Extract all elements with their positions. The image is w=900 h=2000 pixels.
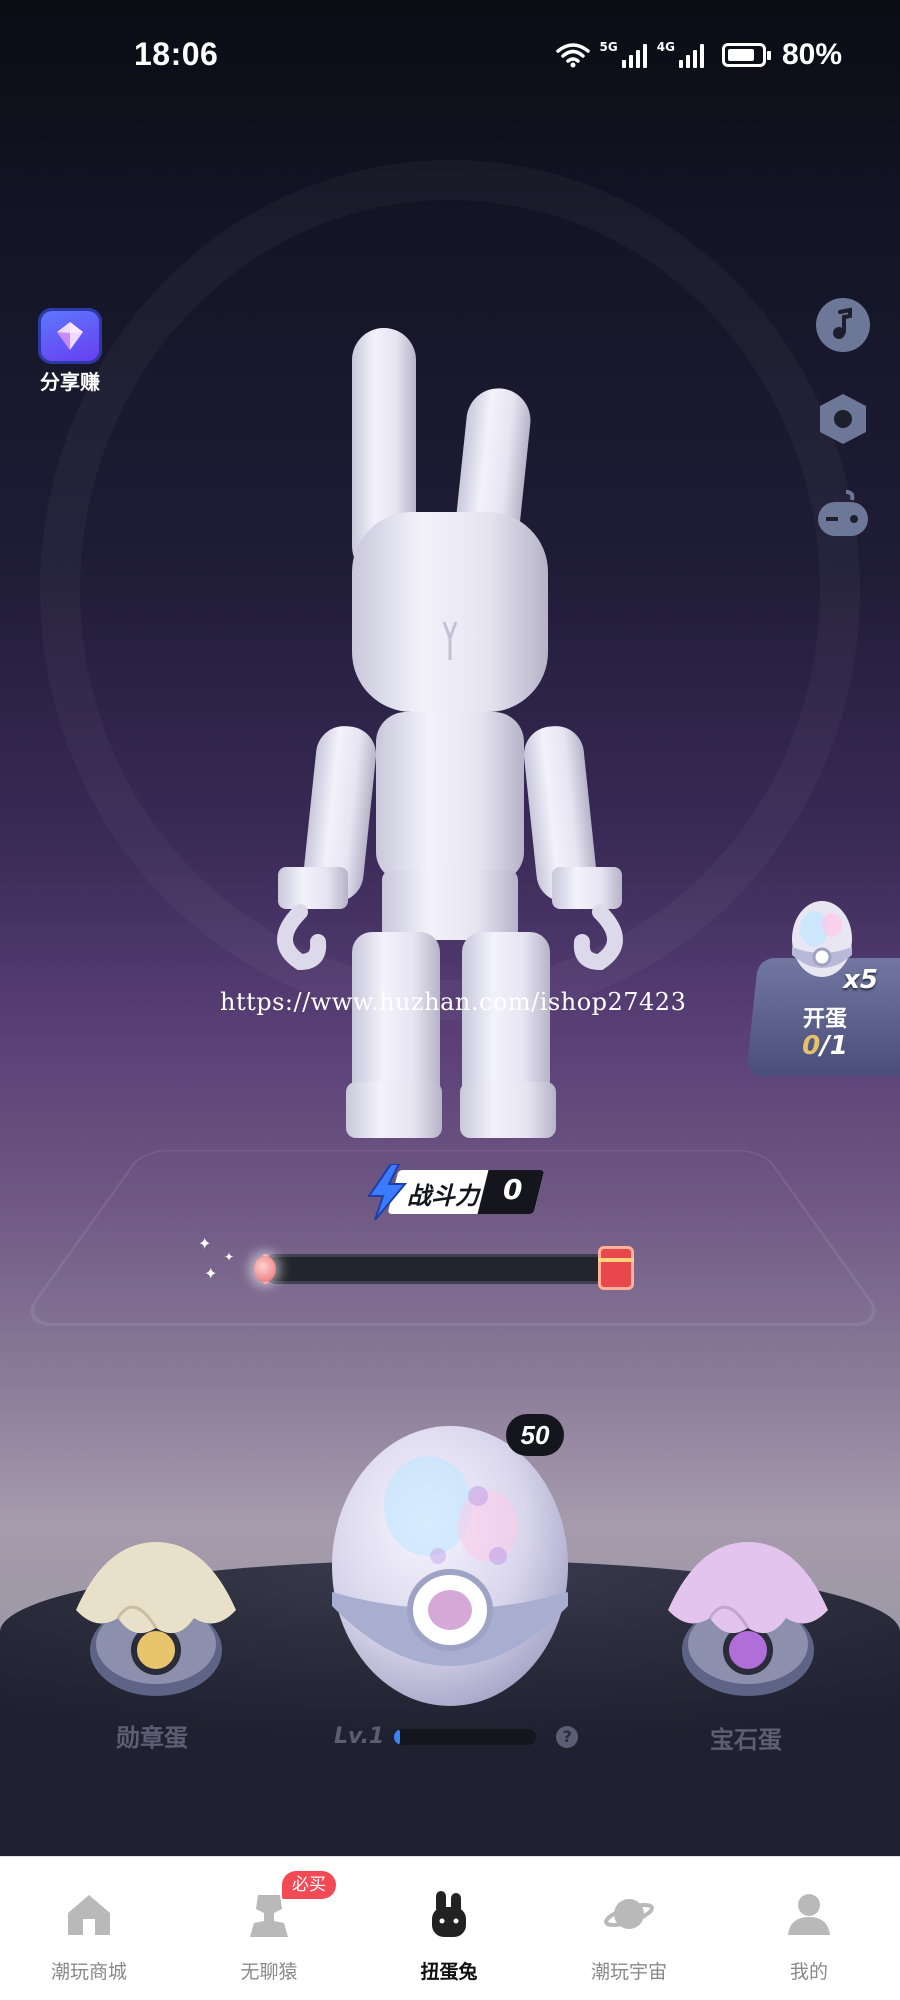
sparkle-icon: ✦: [204, 1264, 218, 1283]
gem-icon: [38, 308, 102, 364]
sparkle-icon: ✦: [198, 1234, 212, 1253]
sparkle-icon: ✦: [224, 1250, 235, 1264]
nav-label-rabbit: 扭蛋兔: [420, 1961, 478, 1983]
egg-level-row: Lv.1 ?: [334, 1724, 579, 1749]
gem-egg-label: 宝石蛋: [710, 1726, 782, 1754]
nav-badge-must-buy: 必买: [282, 1871, 336, 1899]
progress-bar: [262, 1254, 632, 1284]
open-egg-label: 开蛋: [802, 1007, 847, 1032]
combat-power-value: 0: [503, 1173, 523, 1206]
nav-label-shop: 潮玩商城: [50, 1961, 127, 1983]
combat-power-label: 战斗力: [407, 1182, 479, 1210]
signal-bars-2-icon: [678, 42, 704, 68]
watermark-text: https://www.huzhan.com/ishop27423: [220, 988, 687, 1016]
battery-icon: [721, 43, 771, 67]
open-egg-count-total: /1: [820, 1031, 848, 1061]
nav-label-ape: 无聊猿: [240, 1961, 298, 1983]
planet-icon: [604, 1899, 654, 1929]
status-icons: 5G 4G 80%: [555, 38, 842, 72]
home-icon: [68, 1895, 110, 1935]
music-note-icon: [816, 298, 870, 352]
open-egg-count-current: 0: [802, 1031, 821, 1061]
network-4g-label: 4G: [656, 40, 675, 54]
user-icon: [788, 1894, 830, 1935]
egg-level-bar: [394, 1728, 537, 1745]
settings-hex-icon: [820, 394, 866, 444]
medal-egg[interactable]: [66, 1532, 246, 1702]
wifi-icon: [555, 43, 590, 68]
nav-item-rabbit[interactable]: 扭蛋兔: [374, 1857, 524, 2000]
open-egg-multiplier: x5: [843, 965, 878, 995]
nav-label-mine: 我的: [789, 1961, 828, 1983]
egg-level-text: Lv.1: [334, 1724, 385, 1749]
red-envelope-icon[interactable]: [598, 1246, 634, 1290]
share-earn-label: 分享赚: [40, 370, 100, 394]
open-egg-count: 0/1: [750, 1031, 900, 1061]
rabbit-icon: [432, 1891, 466, 1937]
battery-percent: 80%: [781, 38, 842, 71]
lightning-icon: [367, 1164, 408, 1220]
share-earn-button[interactable]: 分享赚: [34, 308, 106, 395]
progress-marker: [254, 1256, 276, 1282]
nav-item-ape[interactable]: 必买 无聊猿: [194, 1857, 344, 2000]
egg-count-badge: 50: [506, 1414, 564, 1456]
combat-power: 战斗力 0: [365, 1164, 545, 1220]
status-bar: 18:06 5G 4G 80%: [0, 0, 900, 110]
gem-egg[interactable]: [658, 1532, 838, 1702]
rabbit-figure: [277, 328, 623, 1138]
music-button[interactable]: [814, 296, 872, 354]
help-icon[interactable]: ?: [556, 1725, 579, 1748]
nav-item-shop[interactable]: 潮玩商城: [14, 1857, 164, 2000]
game-button[interactable]: [814, 484, 872, 542]
nav-item-universe[interactable]: 潮玩宇宙: [554, 1857, 704, 2000]
open-egg-button[interactable]: x5 开蛋 0/1: [750, 895, 900, 1075]
signal-bars-1-icon: [621, 42, 647, 68]
egg-level-fill: [394, 1728, 400, 1745]
bottom-nav: 潮玩商城 必买 无聊猿 扭蛋兔 潮玩宇宙 我的: [0, 1856, 900, 2000]
gamepad-icon: [818, 490, 868, 536]
medal-egg-label: 勋章蛋: [116, 1724, 188, 1752]
nav-label-universe: 潮玩宇宙: [590, 1961, 667, 1983]
settings-button[interactable]: [814, 390, 872, 448]
network-5g-label: 5G: [599, 40, 618, 54]
status-time: 18:06: [134, 36, 219, 72]
battery-fill: [727, 49, 754, 61]
nav-item-mine[interactable]: 我的: [734, 1857, 884, 2000]
